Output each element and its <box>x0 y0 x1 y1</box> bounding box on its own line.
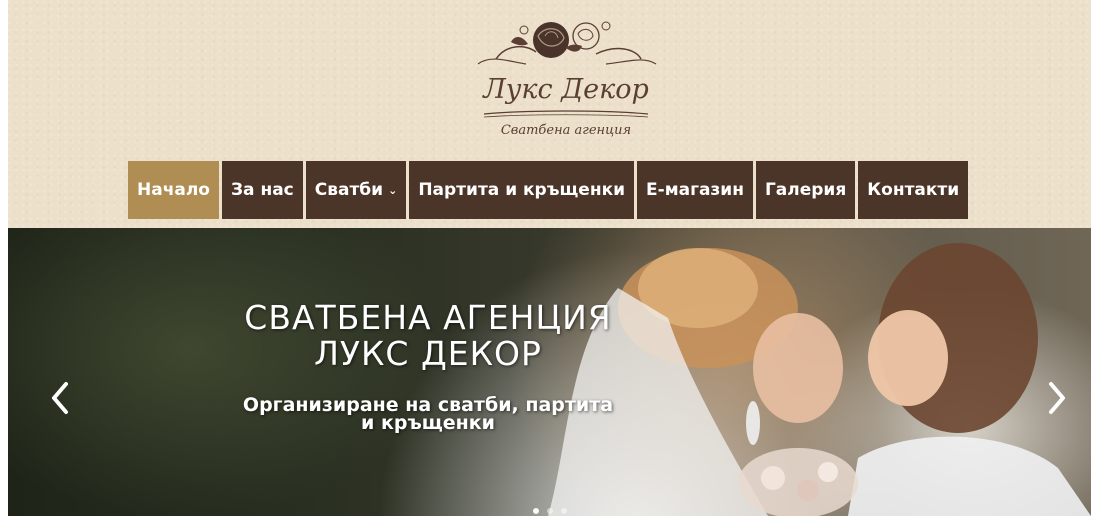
nav-item-label: За нас <box>230 180 294 200</box>
nav-item-label: Е-магазин <box>646 180 744 200</box>
chevron-left-icon <box>52 382 68 414</box>
site-logo[interactable]: Лукс Декор Сватбена агенция <box>466 14 666 144</box>
nav-item-parties[interactable]: Партита и кръщенки <box>409 161 635 219</box>
site-header: Лукс Декор Сватбена агенция Начало За на… <box>8 0 1091 228</box>
chevron-right-icon <box>1049 382 1065 414</box>
hero-photo <box>548 243 1091 516</box>
nav-item-label: Начало <box>137 180 210 200</box>
hero-slider: СВАТБЕНА АГЕНЦИЯ ЛУКС ДЕКОР Организиране… <box>8 228 1091 516</box>
main-navigation: Начало За нас Сватби ⌄ Партита и кръщенк… <box>128 161 969 219</box>
nav-item-about[interactable]: За нас <box>221 161 303 219</box>
slider-dot[interactable] <box>561 508 567 514</box>
page: Лукс Декор Сватбена агенция Начало За на… <box>0 0 1094 516</box>
nav-item-gallery[interactable]: Галерия <box>755 161 856 219</box>
hero-subtitle: Организиране на сватби, партита и кръщен… <box>148 396 708 434</box>
nav-item-label: Партита и кръщенки <box>418 180 626 200</box>
hero-title-line: СВАТБЕНА АГЕНЦИЯ <box>244 298 612 337</box>
nav-item-label: Галерия <box>764 180 847 200</box>
chevron-down-icon: ⌄ <box>388 183 398 197</box>
hero-subtitle-line: и кръщенки <box>361 412 495 434</box>
slider-dot[interactable] <box>547 508 553 514</box>
logo-tagline-text: Сватбена агенция <box>501 123 631 138</box>
slider-next-button[interactable] <box>1041 378 1071 418</box>
nav-item-contacts[interactable]: Контакти <box>858 161 969 219</box>
logo-brand-text: Лукс Декор <box>481 74 649 105</box>
nav-item-home[interactable]: Начало <box>128 161 219 219</box>
nav-item-eshop[interactable]: Е-магазин <box>637 161 753 219</box>
nav-item-label: Сватби <box>314 180 384 200</box>
nav-item-label: Контакти <box>867 180 960 200</box>
hero-title-line: ЛУКС ДЕКОР <box>314 334 542 373</box>
nav-item-weddings[interactable]: Сватби ⌄ <box>305 161 407 219</box>
slider-prev-button[interactable] <box>46 378 76 418</box>
rose-logo-icon: Лукс Декор Сватбена агенция <box>477 21 657 138</box>
slider-pagination <box>533 508 567 514</box>
hero-title: СВАТБЕНА АГЕНЦИЯ ЛУКС ДЕКОР <box>128 300 728 372</box>
slider-dot[interactable] <box>533 508 539 514</box>
